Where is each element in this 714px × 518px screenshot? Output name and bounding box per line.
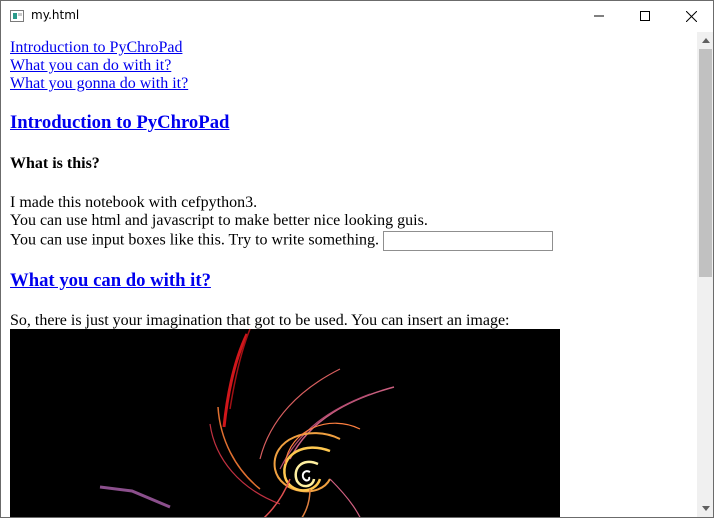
intro-line-2: You can use html and javascript to make … <box>10 212 428 229</box>
scroll-thumb[interactable] <box>699 49 712 277</box>
scroll-up-button[interactable] <box>697 32 713 49</box>
subheading-what-is-this: What is this? <box>10 155 100 172</box>
minimize-button[interactable] <box>576 1 622 31</box>
chevron-up-icon <box>701 38 710 43</box>
chevron-down-icon <box>701 506 710 511</box>
vertical-scrollbar[interactable] <box>697 32 713 517</box>
can-do-paragraph: So, there is just your imagination that … <box>10 312 510 329</box>
browser-window: my.html Introduction to PyChroPad What y… <box>0 0 714 518</box>
page-content: Introduction to PyChroPad What you can d… <box>1 32 697 517</box>
app-icon <box>10 10 24 22</box>
close-icon <box>685 10 697 22</box>
intro-line-1: I made this notebook with cefpython3. <box>10 194 258 211</box>
nav-link-introduction[interactable]: Introduction to PyChroPad <box>10 39 182 56</box>
spiral-image <box>10 328 560 517</box>
maximize-icon <box>640 11 650 21</box>
text-input[interactable] <box>383 231 554 251</box>
window-title: my.html <box>31 8 80 22</box>
intro-line-3: You can use input boxes like this. Try t… <box>10 231 380 249</box>
heading-can-do[interactable]: What you can do with it? <box>10 270 211 291</box>
maximize-button[interactable] <box>622 1 668 31</box>
nav-link-gonna-do[interactable]: What you gonna do with it? <box>10 75 188 92</box>
close-button[interactable] <box>668 1 713 31</box>
heading-introduction[interactable]: Introduction to PyChroPad <box>10 112 229 133</box>
minimize-icon <box>594 15 604 17</box>
nav-link-can-do[interactable]: What you can do with it? <box>10 57 171 74</box>
scroll-down-button[interactable] <box>697 500 713 517</box>
title-bar[interactable]: my.html <box>1 1 713 31</box>
